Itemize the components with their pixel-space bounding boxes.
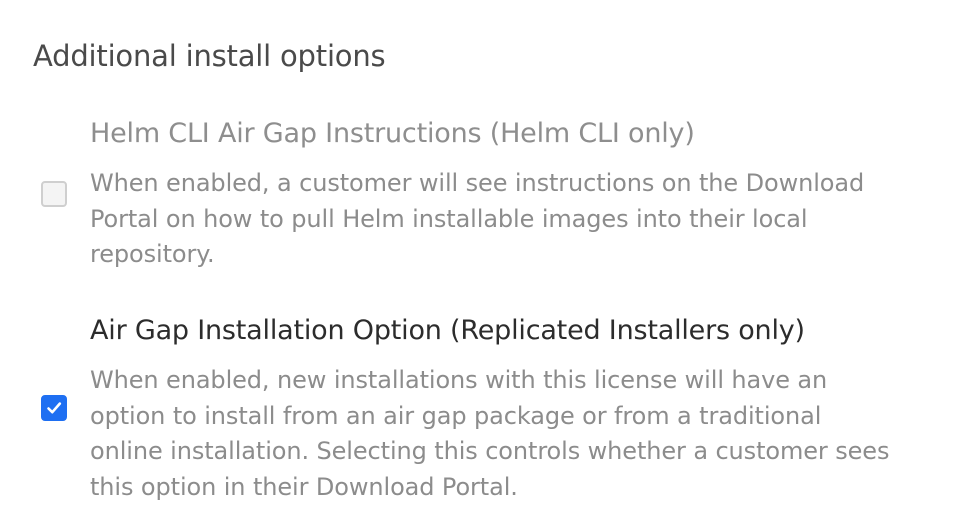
- section-title: Additional install options: [33, 39, 386, 73]
- option-description-line: When enabled, a customer will see instru…: [90, 169, 865, 197]
- helm-cli-air-gap-checkbox[interactable]: [41, 181, 67, 207]
- option-description-line: Portal on how to pull Helm installable i…: [90, 204, 808, 233]
- option-description-line: option to install from an air gap packag…: [90, 401, 822, 430]
- option-description: When enabled, new installations with thi…: [90, 363, 930, 505]
- option-title: Air Gap Installation Option (Replicated …: [90, 315, 805, 346]
- option-description: When enabled, a customer will see instru…: [90, 166, 930, 273]
- checkmark-icon: [47, 402, 62, 414]
- air-gap-installation-checkbox[interactable]: [41, 395, 67, 421]
- option-description-line: repository.: [90, 240, 215, 268]
- option-description-line: online installation. Selecting this cont…: [90, 437, 890, 465]
- option-description-line: this option in their Download Portal.: [90, 472, 518, 501]
- option-description-line: When enabled, new installations with thi…: [90, 366, 828, 394]
- option-title: Helm CLI Air Gap Instructions (Helm CLI …: [90, 118, 695, 149]
